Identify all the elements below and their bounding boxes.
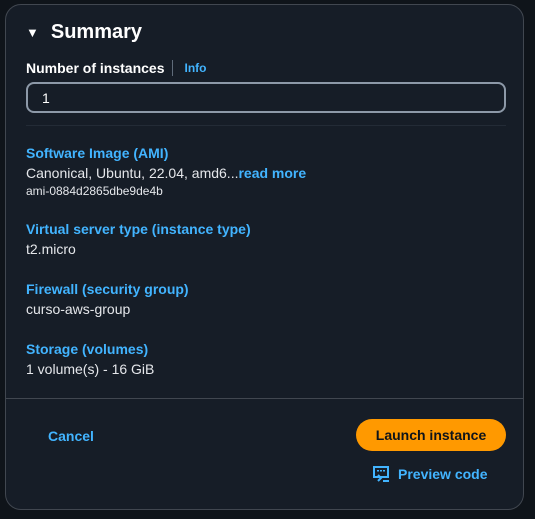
instance-type-title[interactable]: Virtual server type (instance type) <box>26 221 251 237</box>
panel-title: Summary <box>50 21 143 43</box>
preview-code-label: Preview code <box>398 466 488 482</box>
instances-input[interactable] <box>26 82 506 113</box>
summary-panel: ▼ Summary Number of instances Info Softw… <box>5 4 524 510</box>
ami-id: ami-0884d2865dbe9de4b <box>26 184 163 198</box>
firewall-title[interactable]: Firewall (security group) <box>26 281 189 297</box>
read-more-link[interactable]: read more <box>238 165 306 181</box>
ami-description: Canonical, Ubuntu, 22.04, amd6... <box>26 165 239 181</box>
info-link[interactable]: Info <box>184 61 206 75</box>
ami-value: Canonical, Ubuntu, 22.04, amd6...read mo… <box>26 165 306 181</box>
instances-label-row: Number of instances Info <box>26 60 206 76</box>
divider <box>26 125 506 126</box>
preview-code-button[interactable]: Preview code <box>373 466 488 482</box>
summary-toggle[interactable]: ▼ Summary <box>26 21 142 44</box>
instance-type-value: t2.micro <box>26 241 76 257</box>
caret-down-icon: ▼ <box>26 25 39 40</box>
preview-code-icon <box>373 466 389 482</box>
storage-value: 1 volume(s) - 16 GiB <box>26 361 155 377</box>
storage-title[interactable]: Storage (volumes) <box>26 341 148 357</box>
cancel-button[interactable]: Cancel <box>48 428 94 444</box>
ami-title[interactable]: Software Image (AMI) <box>26 145 168 161</box>
launch-instance-button[interactable]: Launch instance <box>356 419 506 451</box>
firewall-value: curso-aws-group <box>26 301 131 317</box>
divider <box>172 60 174 76</box>
instances-label: Number of instances <box>26 60 165 76</box>
footer-divider <box>6 398 523 399</box>
